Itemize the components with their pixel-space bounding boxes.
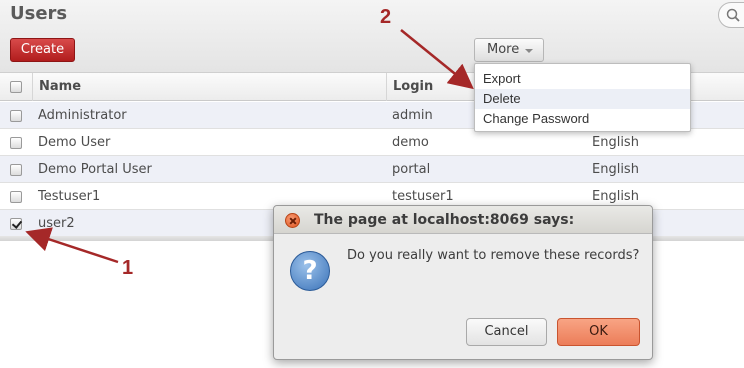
close-icon[interactable] xyxy=(285,213,300,228)
annotation-number-1: 1 xyxy=(122,257,134,279)
annotation-number-2: 2 xyxy=(380,6,392,28)
dialog-titlebar: The page at localhost:8069 says: xyxy=(274,206,652,234)
confirm-dialog: The page at localhost:8069 says: ? Do yo… xyxy=(273,205,653,360)
cancel-button[interactable]: Cancel xyxy=(466,318,547,346)
question-icon: ? xyxy=(290,251,330,291)
ok-button[interactable]: OK xyxy=(557,318,640,346)
annotation-arrow-2 xyxy=(400,29,474,90)
annotation-arrow-1 xyxy=(25,227,119,264)
dialog-title: The page at localhost:8069 says: xyxy=(314,212,575,228)
dialog-message: Do you really want to remove these recor… xyxy=(347,248,640,263)
